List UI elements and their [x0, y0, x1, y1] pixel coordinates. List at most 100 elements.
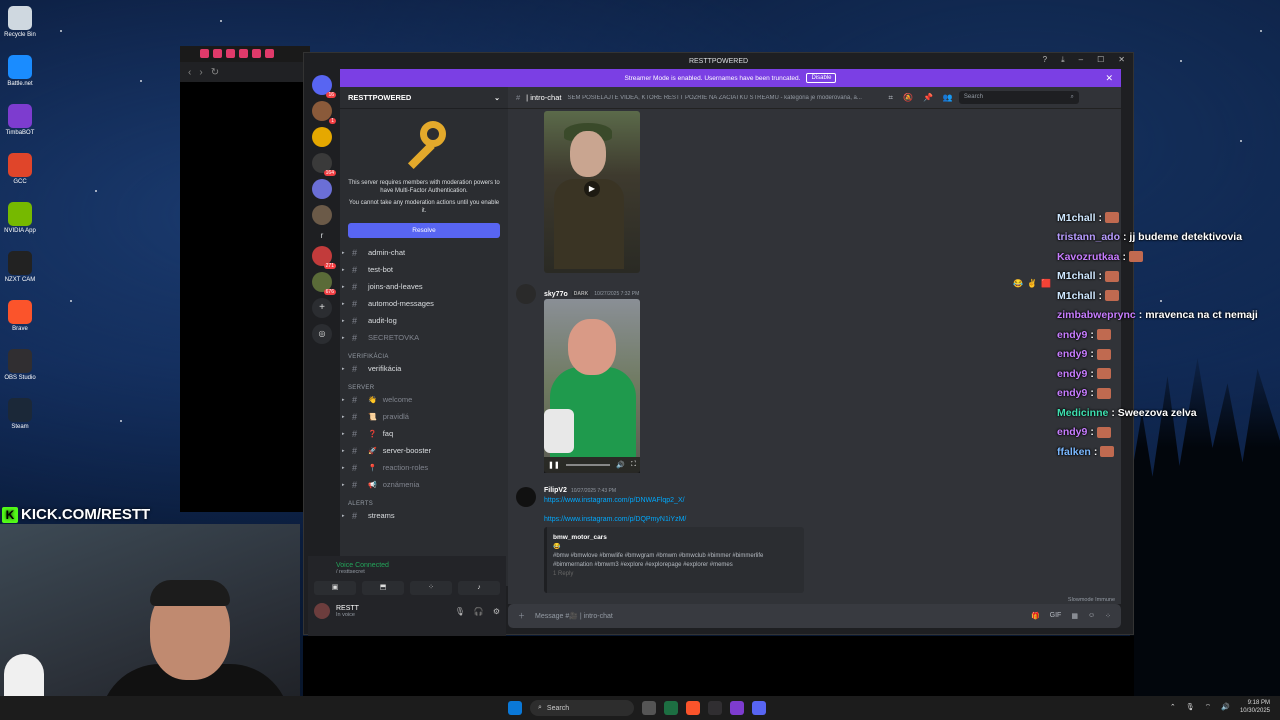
avatar[interactable] — [516, 487, 536, 507]
start-icon[interactable] — [508, 701, 522, 715]
tray-chevron-icon[interactable]: ⌃ — [1170, 703, 1176, 711]
dm-home-icon[interactable]: 16 — [312, 75, 336, 98]
author-name[interactable]: FilipV2 — [544, 487, 567, 494]
sticker-icon[interactable]: ▦ — [1071, 612, 1078, 620]
desktop-icon[interactable]: NVIDIA App — [2, 202, 38, 234]
tab-icon[interactable] — [200, 49, 209, 58]
desktop-icon[interactable]: NZXT CAM — [2, 251, 38, 283]
channel-topic[interactable]: SEM POSIELAJTE VIDEÁ, KTORÉ RESTT POZRIE… — [567, 95, 882, 101]
video-attachment[interactable]: ▶ — [544, 111, 640, 273]
server-icon[interactable]: 676 — [312, 272, 336, 295]
threads-icon[interactable]: ⌗ — [888, 93, 893, 103]
desktop-icon[interactable]: GCC — [2, 153, 38, 185]
category-verifikacia[interactable]: VERIFIKÁCIA — [340, 346, 508, 360]
reload-icon[interactable]: ↻ — [211, 67, 219, 78]
help-icon[interactable]: ? — [1043, 55, 1047, 65]
network-icon[interactable]: ⌔ — [1205, 703, 1212, 712]
server-icon[interactable] — [312, 205, 332, 225]
desktop-icon[interactable]: Brave — [2, 300, 38, 332]
tab-icon[interactable] — [213, 49, 222, 58]
browser-tabs[interactable] — [180, 46, 310, 62]
excel-icon[interactable] — [664, 701, 678, 715]
user-info[interactable]: RESTT In voice 🎙 🎧 ⚙ — [308, 595, 506, 619]
brave-icon[interactable] — [686, 701, 700, 715]
discover-icon[interactable]: ◎ — [312, 324, 332, 344]
bot-icon[interactable] — [730, 701, 744, 715]
channel-pravidl-[interactable]: ▸ # 📜 pravidlá — [340, 408, 508, 425]
settings-gear-icon[interactable]: ⚙ — [493, 607, 500, 616]
message-link[interactable]: https://www.instagram.com/p/DNWAFlqp2_X/ — [544, 497, 804, 504]
message-reactions[interactable]: 😂 ✌ 🟥 — [1013, 279, 1051, 288]
desktop-icon[interactable]: Battle.net — [2, 55, 38, 87]
channel-verifik-cia[interactable]: ▸ # verifikácia — [340, 360, 508, 377]
soundboard-button[interactable]: ♪ — [458, 581, 500, 595]
avatar[interactable] — [314, 603, 330, 619]
channel-reaction-roles[interactable]: ▸ # 📍 reaction-roles — [340, 459, 508, 476]
close-banner-icon[interactable]: ✕ — [1105, 73, 1113, 84]
clock[interactable]: 9:18 PM 10/30/2025 — [1240, 699, 1270, 715]
author-name[interactable]: sky77o — [544, 291, 568, 298]
server-header[interactable]: RESTTPOWERED ⌄ — [340, 87, 508, 109]
channel-streams[interactable]: ▸ # streams — [340, 507, 508, 524]
server-icon[interactable] — [312, 127, 332, 147]
server-icon[interactable] — [312, 179, 332, 199]
apps-icon[interactable]: ⁘ — [1105, 612, 1111, 620]
tab-icon[interactable] — [226, 49, 235, 58]
taskbar-search[interactable]: ⌕ Search — [530, 700, 634, 716]
microphone-icon[interactable]: 🎙 — [1186, 703, 1195, 711]
channel-admin-chat[interactable]: ▸ # admin-chat — [340, 244, 508, 261]
headphones-icon[interactable]: 🎧 — [474, 607, 484, 616]
desktop-icon[interactable]: Steam — [2, 398, 38, 430]
message-composer[interactable]: ＋ Message #🎥 | intro-chat 🎁 GIF ▦ ☺ ⁘ — [508, 604, 1121, 628]
gif-icon[interactable]: GIF — [1050, 612, 1062, 620]
download-icon[interactable]: ⤓ — [1061, 55, 1065, 65]
category-alerts[interactable]: ALERTS — [340, 493, 508, 507]
screenshare-button[interactable]: ⬒ — [362, 581, 404, 595]
gift-icon[interactable]: 🎁 — [1031, 612, 1040, 620]
minimize-icon[interactable]: – — [1079, 55, 1083, 65]
channel-server-booster[interactable]: ▸ # 🚀 server-booster — [340, 442, 508, 459]
channel-ozn-menia[interactable]: ▸ # 📢 oznámenia — [340, 476, 508, 493]
tab-icon[interactable] — [265, 49, 274, 58]
discord-icon[interactable] — [752, 701, 766, 715]
message-link[interactable]: https://www.instagram.com/p/DQPmyN1iYzM/ — [544, 516, 804, 523]
microphone-icon[interactable]: 🎙 — [455, 607, 465, 616]
members-icon[interactable]: 👥 — [943, 93, 953, 103]
channel-test-bot[interactable]: ▸ # test-bot — [340, 261, 508, 278]
activities-button[interactable]: ⁘ — [410, 581, 452, 595]
desktop-icon[interactable]: Recycle Bin — [2, 6, 38, 38]
desktop-icon[interactable]: TimbaBOT — [2, 104, 38, 136]
resolve-button[interactable]: Resolve — [348, 223, 500, 238]
avatar[interactable] — [516, 284, 536, 304]
server-folder-letter[interactable]: r — [304, 231, 340, 240]
forward-icon[interactable]: › — [199, 67, 202, 78]
volume-icon[interactable]: 🔊 — [1221, 703, 1230, 711]
category-server[interactable]: SERVER — [340, 377, 508, 391]
video-attachment[interactable]: ❚❚ 🔊 ⛶ — [544, 299, 640, 473]
voice-status[interactable]: Voice Connected — [308, 556, 506, 569]
server-icon[interactable]: 164 — [312, 153, 336, 176]
maximize-icon[interactable]: ☐ — [1097, 55, 1104, 65]
obs-icon[interactable] — [708, 701, 722, 715]
add-attachment-icon[interactable]: ＋ — [518, 611, 525, 621]
video-progress[interactable] — [565, 464, 611, 466]
camera-button[interactable]: ▣ — [314, 581, 356, 595]
channel-joins-and-leaves[interactable]: ▸ # joins-and-leaves — [340, 278, 508, 295]
close-icon[interactable]: ✕ — [1118, 55, 1125, 65]
mute-icon[interactable]: 🔕 — [903, 93, 913, 103]
fullscreen-icon[interactable]: ⛶ — [631, 461, 636, 469]
channel-welcome[interactable]: ▸ # 👋 welcome — [340, 391, 508, 408]
emoji-icon[interactable]: ☺ — [1088, 612, 1095, 620]
pin-icon[interactable]: 📌 — [923, 93, 933, 103]
volume-icon[interactable]: 🔊 — [616, 461, 625, 469]
pause-icon[interactable]: ❚❚ — [548, 461, 560, 469]
server-icon[interactable]: 271 — [312, 246, 336, 269]
chevron-down-icon[interactable]: ⌄ — [494, 94, 500, 102]
channel-automod-messages[interactable]: ▸ # automod-messages — [340, 295, 508, 312]
link-embed[interactable]: bmw_motor_cars 😂 #bmw #bmwlove #bmwlife … — [544, 527, 804, 593]
play-icon[interactable]: ▶ — [584, 181, 600, 197]
task-view-icon[interactable] — [642, 701, 656, 715]
channel-faq[interactable]: ▸ # ❓ faq — [340, 425, 508, 442]
browser-window[interactable]: ‹ › ↻ — [180, 46, 310, 512]
channel-audit-log[interactable]: ▸ # audit-log — [340, 312, 508, 329]
